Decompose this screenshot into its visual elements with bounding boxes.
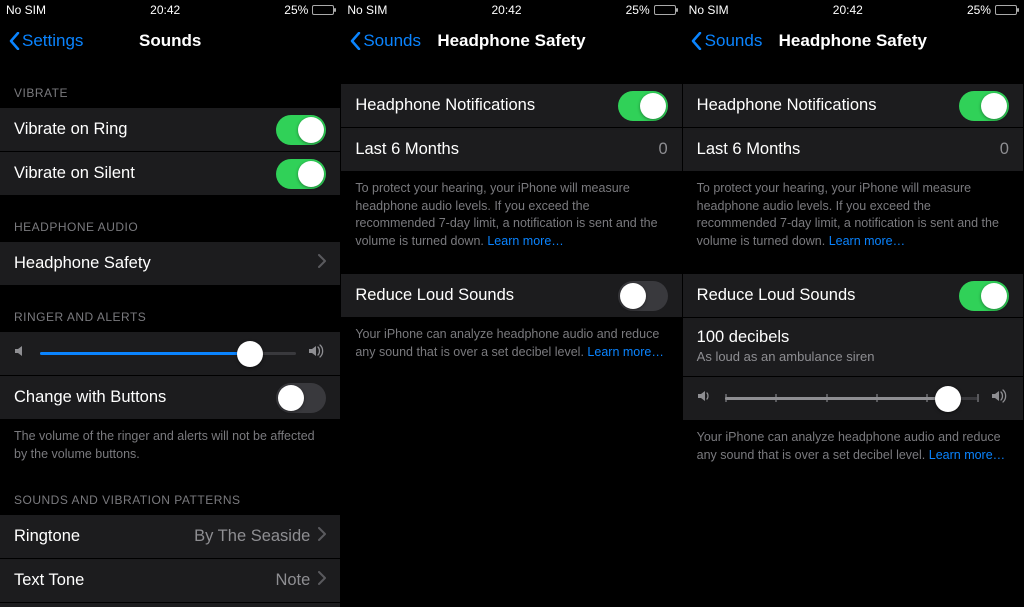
footer-reduce: Your iPhone can analyze headphone audio …: [683, 421, 1023, 478]
footer-notifications: To protect your hearing, your iPhone wil…: [341, 172, 681, 264]
learn-more-link[interactable]: Learn more…: [829, 234, 905, 248]
value: By The Seaside: [194, 527, 310, 546]
speaker-low-icon: [697, 389, 713, 408]
toggle-vibrate-silent[interactable]: [276, 159, 326, 189]
status-bar: No SIM 20:42 25%: [341, 0, 681, 20]
speaker-low-icon: [14, 344, 28, 363]
time-label: 20:42: [491, 3, 521, 17]
chevron-left-icon: [691, 31, 703, 51]
learn-more-link[interactable]: Learn more…: [487, 234, 563, 248]
screen-sounds: No SIM 20:42 25% Settings Sounds VIBRATE…: [0, 0, 341, 607]
row-headphone-notifications[interactable]: Headphone Notifications: [341, 84, 681, 128]
row-headphone-notifications[interactable]: Headphone Notifications: [683, 84, 1023, 128]
time-label: 20:42: [150, 3, 180, 17]
speaker-high-icon: [308, 344, 326, 363]
row-decibel-slider[interactable]: [683, 377, 1023, 421]
toggle-reduce-loud-sounds[interactable]: [959, 281, 1009, 311]
label: Reduce Loud Sounds: [355, 286, 514, 305]
row-text-tone[interactable]: Text Tone Note: [0, 559, 340, 603]
footer-change-buttons: The volume of the ringer and alerts will…: [0, 420, 340, 477]
label: Vibrate on Silent: [14, 164, 135, 183]
row-ringtone[interactable]: Ringtone By The Seaside: [0, 515, 340, 559]
row-last-6-months[interactable]: Last 6 Months 0: [341, 128, 681, 172]
back-label: Settings: [22, 31, 83, 51]
footer-reduce: Your iPhone can analyze headphone audio …: [341, 318, 681, 375]
row-vibrate-ring[interactable]: Vibrate on Ring: [0, 108, 340, 152]
label: Vibrate on Ring: [14, 120, 127, 139]
label: Reduce Loud Sounds: [697, 286, 856, 305]
label: Headphone Safety: [14, 254, 151, 273]
decibel-slider[interactable]: [725, 397, 979, 400]
nav-bar: Settings Sounds: [0, 20, 340, 62]
label: Ringtone: [14, 527, 80, 546]
label: Change with Buttons: [14, 388, 166, 407]
battery-icon: [654, 5, 676, 15]
back-label: Sounds: [705, 31, 763, 51]
toggle-headphone-notifications[interactable]: [959, 91, 1009, 121]
decibel-label: 100 decibels: [697, 328, 1009, 347]
battery-icon: [995, 5, 1017, 15]
section-header-vibrate: VIBRATE: [0, 62, 340, 108]
footer-notifications: To protect your hearing, your iPhone wil…: [683, 172, 1023, 264]
status-bar: No SIM 20:42 25%: [0, 0, 340, 20]
learn-more-link[interactable]: Learn more…: [929, 448, 1005, 462]
row-last-6-months[interactable]: Last 6 Months 0: [683, 128, 1023, 172]
section-header-headphone: HEADPHONE AUDIO: [0, 196, 340, 242]
time-label: 20:42: [833, 3, 863, 17]
label: Headphone Notifications: [355, 96, 535, 115]
nav-bar: Sounds Headphone Safety: [341, 20, 681, 62]
chevron-right-icon: [318, 254, 326, 273]
battery-pct: 25%: [284, 3, 308, 17]
back-button[interactable]: Sounds: [691, 31, 763, 51]
label: Last 6 Months: [355, 140, 459, 159]
chevron-right-icon: [318, 527, 326, 546]
carrier-label: No SIM: [6, 3, 46, 17]
chevron-left-icon: [8, 31, 20, 51]
battery-pct: 25%: [967, 3, 991, 17]
back-button[interactable]: Settings: [8, 31, 83, 51]
section-header-sounds-patterns: SOUNDS AND VIBRATION PATTERNS: [0, 477, 340, 515]
value: 0: [658, 140, 667, 159]
chevron-left-icon: [349, 31, 361, 51]
row-new-voicemail[interactable]: New Voicemail Tri-tone: [0, 603, 340, 607]
row-change-with-buttons[interactable]: Change with Buttons: [0, 376, 340, 420]
speaker-high-icon: [991, 389, 1009, 408]
row-ringer-volume[interactable]: [0, 332, 340, 376]
toggle-change-buttons[interactable]: [276, 383, 326, 413]
carrier-label: No SIM: [347, 3, 387, 17]
value: Note: [275, 571, 310, 590]
label: Text Tone: [14, 571, 84, 590]
row-vibrate-silent[interactable]: Vibrate on Silent: [0, 152, 340, 196]
label: Headphone Notifications: [697, 96, 877, 115]
toggle-reduce-loud-sounds[interactable]: [618, 281, 668, 311]
carrier-label: No SIM: [689, 3, 729, 17]
learn-more-link[interactable]: Learn more…: [587, 345, 663, 359]
back-button[interactable]: Sounds: [349, 31, 421, 51]
chevron-right-icon: [318, 571, 326, 590]
section-header-ringer: RINGER AND ALERTS: [0, 286, 340, 332]
row-decibel-level: 100 decibels As loud as an ambulance sir…: [683, 318, 1023, 377]
battery-pct: 25%: [626, 3, 650, 17]
decibel-sub: As loud as an ambulance siren: [697, 349, 1009, 364]
value: 0: [1000, 140, 1009, 159]
toggle-vibrate-ring[interactable]: [276, 115, 326, 145]
row-headphone-safety[interactable]: Headphone Safety: [0, 242, 340, 286]
nav-bar: Sounds Headphone Safety: [683, 20, 1023, 62]
screen-headphone-safety-off: No SIM 20:42 25% Sounds Headphone Safety…: [341, 0, 682, 607]
back-label: Sounds: [363, 31, 421, 51]
row-reduce-loud-sounds[interactable]: Reduce Loud Sounds: [341, 274, 681, 318]
screen-headphone-safety-on: No SIM 20:42 25% Sounds Headphone Safety…: [683, 0, 1024, 607]
battery-icon: [312, 5, 334, 15]
label: Last 6 Months: [697, 140, 801, 159]
row-reduce-loud-sounds[interactable]: Reduce Loud Sounds: [683, 274, 1023, 318]
toggle-headphone-notifications[interactable]: [618, 91, 668, 121]
volume-slider[interactable]: [40, 352, 296, 355]
status-bar: No SIM 20:42 25%: [683, 0, 1023, 20]
